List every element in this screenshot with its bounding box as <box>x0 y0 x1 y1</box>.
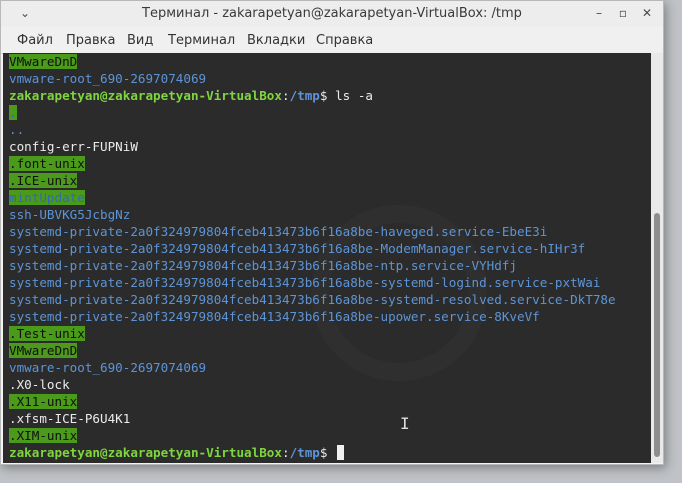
close-icon[interactable]: ✕ <box>639 5 655 21</box>
window-title: Терминал - zakarapetyan@zakarapetyan-Vir… <box>142 6 522 21</box>
scrollbar-thumb[interactable] <box>654 213 660 457</box>
menu-edit[interactable]: Правка <box>66 33 115 48</box>
output-line: config-err-FUPNiW <box>9 139 138 154</box>
menu-terminal[interactable]: Терминал <box>168 33 235 48</box>
menu-tabs[interactable]: Вкладки <box>247 33 305 48</box>
menu-help[interactable]: Справка <box>316 33 373 48</box>
output-line: .XIM-unix <box>9 428 78 443</box>
menu-bar: Файл Правка Вид Терминал Вкладки Справка <box>1 27 663 54</box>
output-line: .X0-lock <box>9 377 70 392</box>
output-line: systemd-private-2a0f324979804fceb413473b… <box>9 241 586 256</box>
output-line: .X11-unix <box>9 394 78 409</box>
terminal-output[interactable]: VMwareDnD vmware-root_690-2697074069 zak… <box>3 53 651 463</box>
mouse-ibeam-icon: I <box>400 414 410 433</box>
output-line: vmware-root_690-2697074069 <box>9 360 207 375</box>
output-line: ssh-UBVKG5JcbgNz <box>9 207 131 222</box>
output-line: vmware-root_690-2697074069 <box>9 71 207 86</box>
output-line: systemd-private-2a0f324979804fceb413473b… <box>9 309 540 324</box>
menu-view[interactable]: Вид <box>127 33 153 48</box>
output-line: .font-unix <box>9 156 85 171</box>
prompt-line: zakarapetyan@zakarapetyan-VirtualBox:/tm… <box>9 444 616 461</box>
output-line: systemd-private-2a0f324979804fceb413473b… <box>9 224 548 239</box>
output-line: systemd-private-2a0f324979804fceb413473b… <box>9 292 616 307</box>
minimize-icon[interactable]: – <box>591 5 607 21</box>
maximize-icon[interactable]: ▫ <box>615 5 631 21</box>
output-line: .xfsm-ICE-P6U4K1 <box>9 411 131 426</box>
menu-file[interactable]: Файл <box>17 33 53 48</box>
prompt-line: zakarapetyan@zakarapetyan-VirtualBox:/tm… <box>9 88 374 103</box>
output-line: systemd-private-2a0f324979804fceb413473b… <box>9 258 517 273</box>
vertical-scrollbar[interactable] <box>651 53 663 463</box>
output-line: .ICE-unix <box>9 173 78 188</box>
output-line: .Test-unix <box>9 326 85 341</box>
output-line: . <box>9 105 17 120</box>
title-bar[interactable]: ⌄ Терминал - zakarapetyan@zakarapetyan-V… <box>1 1 663 27</box>
terminal-window: ⌄ Терминал - zakarapetyan@zakarapetyan-V… <box>0 0 664 465</box>
output-line: .. <box>9 122 25 137</box>
text-cursor <box>337 445 345 460</box>
output-line: VMwareDnD <box>9 343 78 358</box>
command-text: ls -a <box>335 88 374 103</box>
output-line: mintUpdate <box>9 190 85 205</box>
output-line: systemd-private-2a0f324979804fceb413473b… <box>9 275 601 290</box>
output-line: VMwareDnD <box>9 54 78 69</box>
